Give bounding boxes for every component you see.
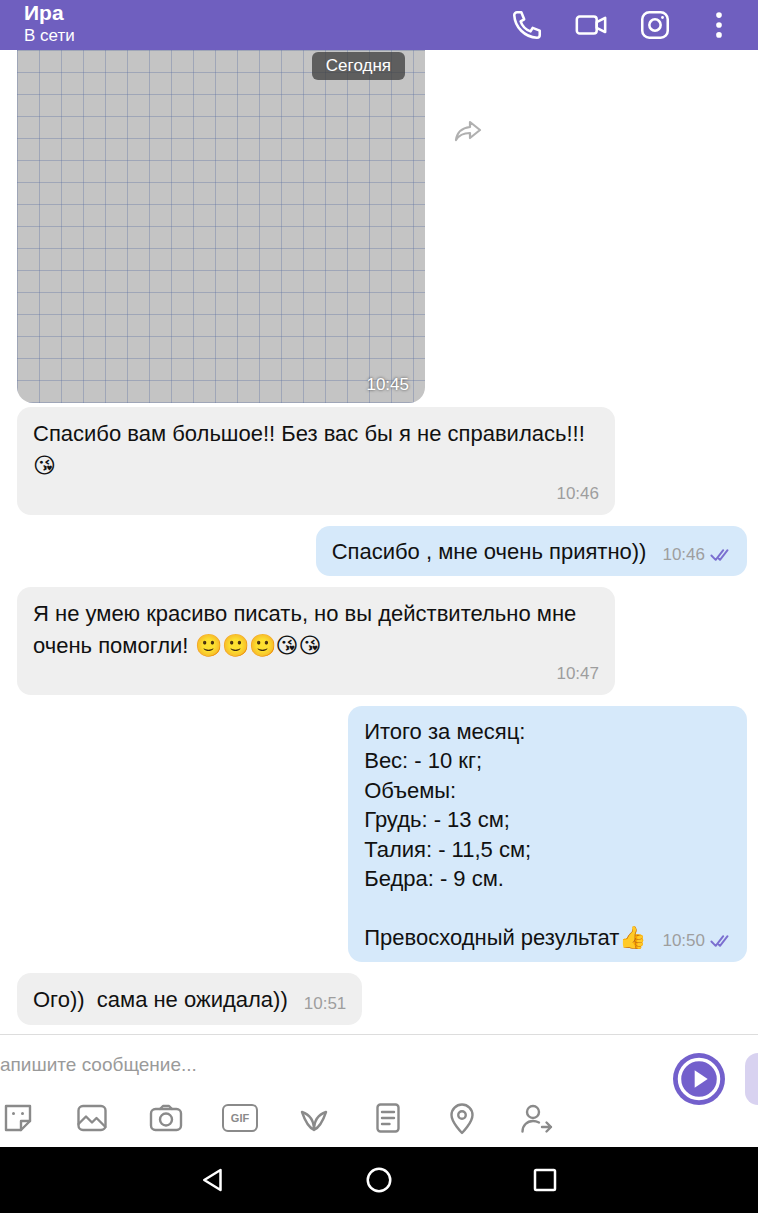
message-meta: 10:46 bbox=[556, 482, 599, 506]
incoming-message: Я не умею красиво писать, но вы действит… bbox=[17, 587, 615, 695]
camera-icon[interactable] bbox=[638, 8, 672, 42]
contact-status: В сети bbox=[24, 24, 510, 48]
message-input[interactable] bbox=[0, 1054, 673, 1076]
message-text: Спасибо , мне очень приятно)) bbox=[332, 537, 647, 567]
home-icon[interactable] bbox=[364, 1165, 394, 1195]
gif-label: GIF bbox=[231, 1112, 249, 1124]
voice-message-button[interactable] bbox=[673, 1053, 725, 1105]
message-time: 10:46 bbox=[662, 543, 705, 567]
gif-button[interactable]: GIF bbox=[222, 1104, 258, 1132]
recents-icon[interactable] bbox=[530, 1165, 560, 1195]
composer-input-row bbox=[0, 1035, 758, 1095]
header-actions bbox=[510, 8, 736, 42]
message-meta: 10:50 bbox=[662, 929, 731, 953]
message-time: 10:50 bbox=[662, 929, 705, 953]
composer: GIF bbox=[0, 1034, 758, 1147]
camera-icon[interactable] bbox=[148, 1100, 184, 1136]
message-text: Спасибо вам большое!! Без вас бы я не сп… bbox=[33, 418, 599, 482]
message-row: Спасибо вам большое!! Без вас бы я не сп… bbox=[17, 407, 747, 515]
contact-info[interactable]: ИраВ сети bbox=[24, 2, 510, 48]
next-button[interactable] bbox=[745, 1053, 758, 1105]
play-icon bbox=[673, 1053, 725, 1105]
message-text: Итого за месяц: Вес: - 10 кг; Объемы: Гр… bbox=[364, 717, 646, 953]
photo[interactable]: Сегодня 10:45 bbox=[17, 50, 425, 403]
message-row: Ого)) сама не ожидала)) 10:51 bbox=[17, 973, 747, 1025]
system-nav-bar bbox=[0, 1147, 758, 1213]
double-check-icon bbox=[709, 934, 731, 948]
message-time: 10:45 bbox=[366, 375, 409, 395]
phone-icon[interactable] bbox=[510, 8, 544, 42]
composer-tools: GIF bbox=[0, 1095, 758, 1141]
message-row: Спасибо , мне очень приятно)) 10:46 bbox=[17, 526, 747, 576]
more-icon[interactable] bbox=[702, 8, 736, 42]
gallery-icon[interactable] bbox=[74, 1100, 110, 1136]
outgoing-message: Итого за месяц: Вес: - 10 кг; Объемы: Гр… bbox=[348, 706, 747, 962]
doodle-icon[interactable] bbox=[296, 1100, 332, 1136]
message-row: Итого за месяц: Вес: - 10 кг; Объемы: Гр… bbox=[17, 706, 747, 962]
date-badge: Сегодня bbox=[312, 52, 405, 80]
message-meta: 10:51 bbox=[304, 992, 347, 1016]
share-contact-icon[interactable] bbox=[518, 1100, 554, 1136]
back-icon[interactable] bbox=[198, 1165, 228, 1195]
message-text: Я не умею красиво писать, но вы действит… bbox=[33, 598, 599, 662]
location-icon[interactable] bbox=[444, 1100, 480, 1136]
message-text: Ого)) сама не ожидала)) bbox=[33, 984, 288, 1016]
chat-header: ИраВ сети bbox=[0, 0, 758, 50]
outgoing-message: Спасибо , мне очень приятно)) 10:46 bbox=[316, 526, 747, 576]
incoming-message: Спасибо вам большое!! Без вас бы я не сп… bbox=[17, 407, 615, 515]
double-check-icon bbox=[709, 548, 731, 562]
video-call-icon[interactable] bbox=[574, 8, 608, 42]
message-time: 10:47 bbox=[556, 662, 599, 686]
message-row: Я не умею красиво писать, но вы действит… bbox=[17, 587, 747, 695]
message-meta: 10:46 bbox=[662, 543, 731, 567]
sticker-icon[interactable] bbox=[0, 1100, 36, 1136]
forward-icon[interactable] bbox=[453, 118, 483, 144]
message-time: 10:46 bbox=[556, 482, 599, 506]
message-time: 10:51 bbox=[304, 992, 347, 1016]
contact-name: Ира bbox=[24, 2, 510, 24]
message-meta: 10:47 bbox=[556, 662, 599, 686]
file-icon[interactable] bbox=[370, 1100, 406, 1136]
image-message: Сегодня 10:45 bbox=[17, 50, 747, 403]
message-list: Сегодня 10:45 Спасибо вам большое!! Без ва… bbox=[0, 50, 758, 1034]
incoming-message: Ого)) сама не ожидала)) 10:51 bbox=[17, 973, 362, 1025]
